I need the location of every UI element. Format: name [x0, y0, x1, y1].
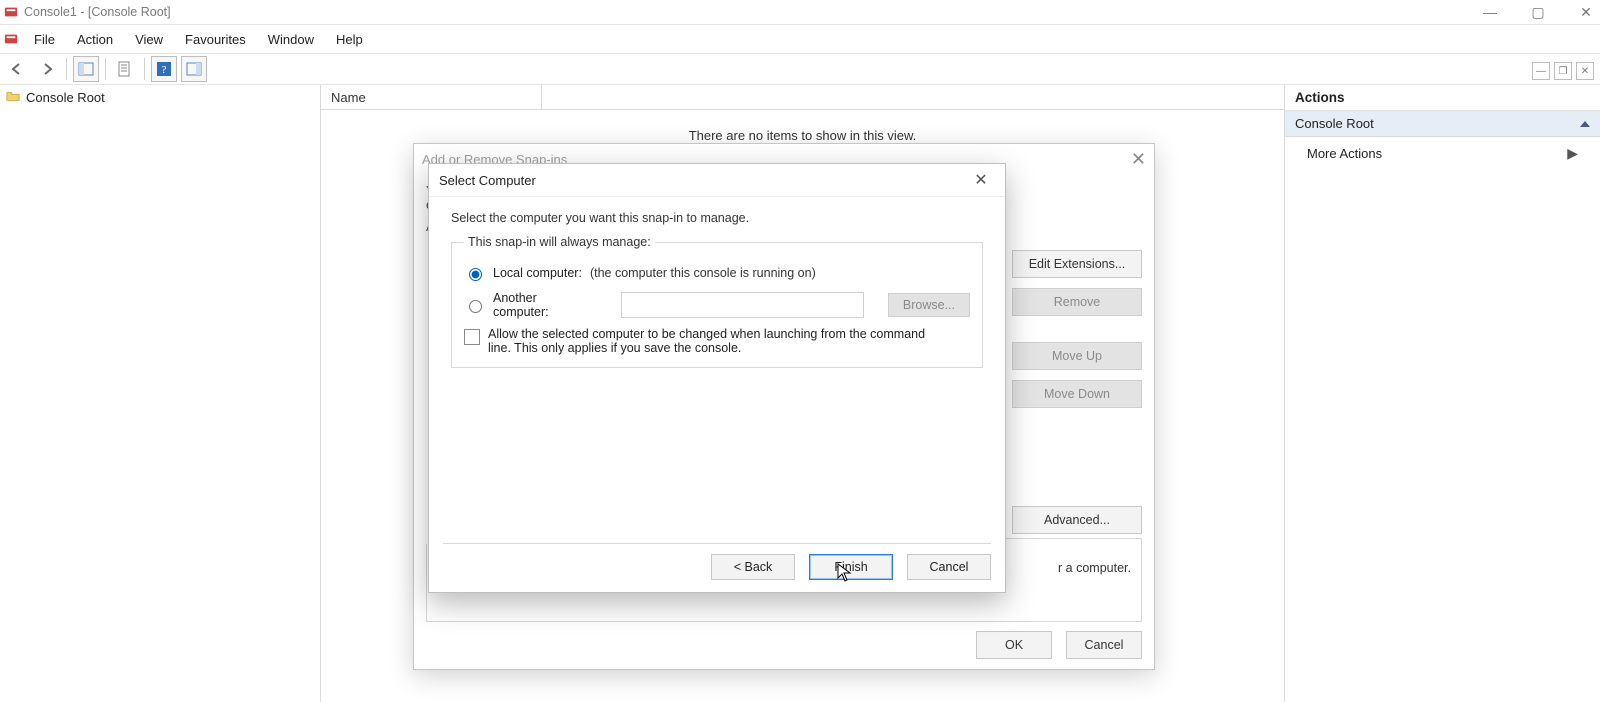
menu-file[interactable]: File	[24, 28, 65, 51]
toolbar-separator	[105, 58, 106, 80]
action-pane-button[interactable]	[181, 56, 207, 82]
actions-section[interactable]: Console Root	[1285, 111, 1600, 137]
mmc-app-icon	[4, 5, 18, 19]
remove-button[interactable]: Remove	[1012, 288, 1142, 316]
main-window-controls: — ▢ ✕	[1478, 0, 1598, 24]
nav-back-button[interactable]	[4, 56, 30, 82]
more-actions-label: More Actions	[1307, 146, 1382, 161]
list-column-header[interactable]: Name	[321, 85, 1284, 110]
mdi-close-button[interactable]: ✕	[1576, 62, 1594, 80]
toolbar: ?	[0, 54, 1600, 85]
menu-window[interactable]: Window	[258, 28, 324, 51]
help-button[interactable]: ?	[151, 56, 177, 82]
svg-text:?: ?	[162, 64, 167, 76]
actions-more-link[interactable]: More Actions ▶	[1285, 137, 1600, 170]
manage-target-group: This snap-in will always manage: Local c…	[451, 235, 983, 368]
menu-action[interactable]: Action	[67, 28, 123, 51]
toolbar-separator	[66, 58, 67, 80]
maximize-button[interactable]: ▢	[1526, 4, 1550, 21]
menu-help[interactable]: Help	[326, 28, 373, 51]
edit-extensions-button[interactable]: Edit Extensions...	[1012, 250, 1142, 278]
properties-button[interactable]	[112, 56, 138, 82]
select-computer-dialog: Select Computer ✕ Select the computer yo…	[428, 163, 1006, 593]
advanced-button[interactable]: Advanced...	[1012, 506, 1142, 534]
folder-icon	[6, 89, 20, 106]
menu-favourites[interactable]: Favourites	[175, 28, 256, 51]
back-button[interactable]: < Back	[711, 554, 795, 580]
main-window-title: Console1 - [Console Root]	[24, 5, 171, 19]
mdi-minimize-button[interactable]: —	[1532, 62, 1550, 80]
mdi-restore-button[interactable]: ❐	[1554, 62, 1572, 80]
dialog-close-button[interactable]: ✕	[967, 170, 995, 190]
finish-button[interactable]: Finish	[809, 554, 893, 580]
tree-node-console-root[interactable]: Console Root	[0, 85, 320, 110]
empty-list-message: There are no items to show in this view.	[321, 110, 1284, 143]
actions-pane: Actions Console Root More Actions ▶	[1284, 85, 1600, 702]
console-tree[interactable]: Console Root	[0, 85, 321, 702]
dialog-prompt: Select the computer you want this snap-i…	[429, 197, 1005, 231]
actions-header: Actions	[1285, 85, 1600, 111]
ok-button[interactable]: OK	[976, 631, 1052, 659]
another-computer-input[interactable]	[621, 292, 864, 318]
column-name[interactable]: Name	[321, 85, 542, 109]
another-computer-label: Another computer:	[493, 291, 593, 319]
show-tree-button[interactable]	[73, 56, 99, 82]
dialog-close-button[interactable]: ✕	[1131, 149, 1146, 170]
tree-node-label: Console Root	[26, 90, 105, 105]
local-computer-label: Local computer:	[493, 266, 582, 280]
mdi-window-controls: — ❐ ✕	[1532, 62, 1594, 80]
mmc-doc-icon	[4, 32, 18, 46]
cancel-button[interactable]: Cancel	[907, 554, 991, 580]
menu-view[interactable]: View	[125, 28, 173, 51]
toolbar-separator	[144, 58, 145, 80]
allow-change-label: Allow the selected computer to be change…	[488, 327, 948, 355]
move-up-button[interactable]: Move Up	[1012, 342, 1142, 370]
main-titlebar: Console1 - [Console Root] — ▢ ✕	[0, 0, 1600, 25]
browse-button[interactable]: Browse...	[888, 293, 970, 317]
actions-section-label: Console Root	[1295, 116, 1374, 131]
collapse-up-icon	[1580, 121, 1590, 127]
dialog-title: Select Computer	[439, 173, 536, 188]
cancel-button[interactable]: Cancel	[1066, 631, 1142, 659]
local-computer-radio[interactable]	[469, 268, 482, 281]
column-name-label: Name	[331, 90, 366, 105]
close-button[interactable]: ✕	[1574, 4, 1598, 21]
move-down-button[interactable]: Move Down	[1012, 380, 1142, 408]
menubar: File Action View Favourites Window Help …	[0, 25, 1600, 54]
nav-forward-button[interactable]	[34, 56, 60, 82]
another-computer-radio[interactable]	[469, 300, 482, 313]
group-legend: This snap-in will always manage:	[464, 235, 655, 249]
chevron-right-icon: ▶	[1567, 145, 1578, 162]
allow-change-checkbox[interactable]	[464, 329, 480, 345]
local-computer-hint: (the computer this console is running on…	[590, 266, 816, 280]
minimize-button[interactable]: —	[1478, 4, 1502, 20]
